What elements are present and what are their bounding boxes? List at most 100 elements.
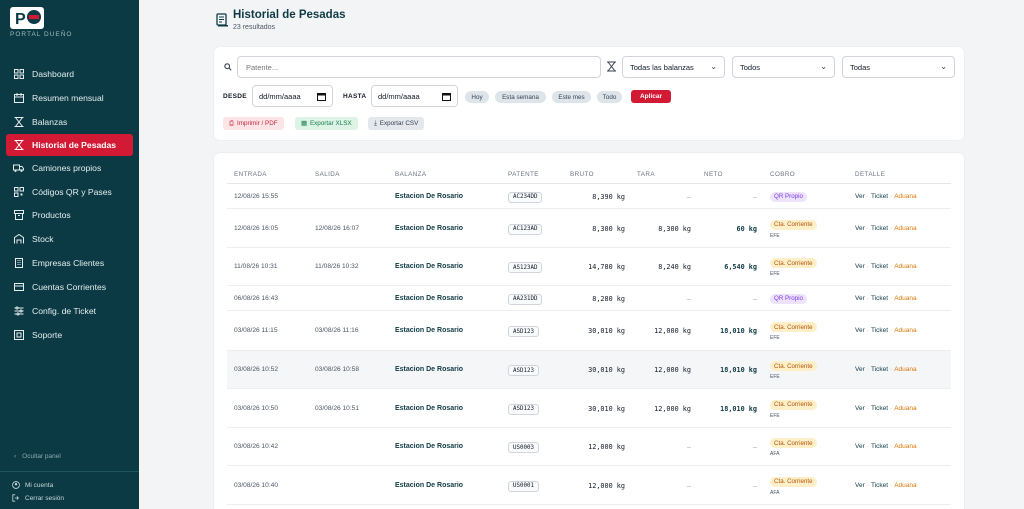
aduana-link[interactable]: Aduana	[894, 482, 916, 489]
ticket-link[interactable]: Ticket	[871, 225, 888, 232]
bruto-cell: 8,280 kg	[592, 294, 625, 303]
view-link[interactable]: Ver	[855, 295, 865, 302]
neto-cell: 18,010 kg	[720, 366, 757, 374]
sidebar-item-camiones-propios[interactable]: Camiones propios	[0, 156, 139, 180]
balanza-link[interactable]: Estacion De Rosario	[395, 327, 463, 334]
salida-cell: 03/08/26 10:58	[315, 366, 359, 373]
filter-card: Todas las balanzas ⌄ Todos ⌄ Todas ⌄ DES…	[214, 47, 964, 140]
ticket-link[interactable]: Ticket	[871, 295, 888, 302]
ticket-link[interactable]: Ticket	[871, 443, 888, 450]
results-count: 23 resultados	[233, 24, 276, 31]
cobro-badge: Cta. Corriente	[770, 438, 817, 448]
sidebar-item-resumen-mensual[interactable]: Resumen mensual	[0, 86, 139, 110]
ticket-link[interactable]: Ticket	[871, 327, 888, 334]
export-xlsx-button[interactable]: ▦ Exportar XLSX	[295, 117, 358, 130]
status-select[interactable]: Todos ⌄	[732, 56, 835, 78]
desde-date-input[interactable]: dd/mm/aaaa	[252, 85, 333, 107]
sidebar-item-historial-de-pesadas[interactable]: Historial de Pesadas	[6, 133, 133, 156]
chip-esta-semana[interactable]: Esta semana	[495, 91, 546, 103]
cobro-method: AFA	[770, 489, 780, 496]
balanza-link[interactable]: Estacion De Rosario	[395, 193, 463, 200]
hasta-label: HASTA	[343, 93, 367, 100]
balanza-link[interactable]: Estacion De Rosario	[395, 443, 463, 450]
aduana-link[interactable]: Aduana	[894, 366, 916, 373]
ticket-link[interactable]: Ticket	[871, 482, 888, 489]
chevron-down-icon: ⌄	[940, 62, 947, 71]
patente-badge: AA231DD	[508, 293, 543, 305]
sidebar-item-balanzas[interactable]: Balanzas	[0, 110, 139, 134]
view-link[interactable]: Ver	[855, 443, 865, 450]
ticket-link[interactable]: Ticket	[871, 366, 888, 373]
sidebar-item-codigos-qr-y-pases[interactable]: Códigos QR y Pases	[0, 180, 139, 204]
salida-cell: 12/08/26 16:07	[315, 224, 359, 232]
entrada-cell: 06/08/26 16:43	[234, 294, 278, 302]
separator: ·	[890, 443, 893, 450]
sidebar-divider	[0, 471, 139, 472]
aduana-link[interactable]: Aduana	[894, 193, 916, 200]
aduana-link[interactable]: Aduana	[894, 443, 916, 450]
balanza-link[interactable]: Estacion De Rosario	[395, 263, 463, 270]
ticket-link[interactable]: Ticket	[871, 193, 888, 200]
chip-todo[interactable]: Todo	[597, 91, 622, 103]
balanza-link[interactable]: Estacion De Rosario	[395, 225, 463, 232]
bruto-cell: 8,300 kg	[592, 224, 625, 233]
aduana-link[interactable]: Aduana	[894, 295, 916, 302]
neto-cell: —	[752, 294, 757, 303]
ticket-link[interactable]: Ticket	[871, 263, 888, 270]
bruto-cell: 14,780 kg	[588, 263, 625, 271]
chip-hoy[interactable]: Hoy	[465, 91, 489, 103]
sidebar-item-config-de-ticket[interactable]: Config. de Ticket	[0, 299, 139, 323]
sidebar-item-soporte[interactable]: Soporte	[0, 323, 139, 347]
balanza-link[interactable]: Estacion De Rosario	[395, 482, 463, 489]
print-pdf-button[interactable]: ⎙ Imprimir / PDF	[223, 117, 284, 130]
detail-links: Ver · Ticket · Aduana	[855, 295, 917, 302]
hide-panel-label: Ocultar panel	[22, 453, 61, 460]
separator: ·	[890, 263, 893, 270]
search-input[interactable]	[237, 56, 601, 78]
table-row: 06/08/26 16:43 Estacion De Rosario AA231DD…	[227, 286, 951, 311]
balanza-link[interactable]: Estacion De Rosario	[395, 295, 463, 302]
tara-cell: —	[686, 481, 691, 490]
hide-panel-button[interactable]: ‹ Ocultar panel	[14, 453, 61, 460]
tara-cell: —	[686, 294, 691, 303]
separator: ·	[890, 366, 893, 373]
sidebar-item-empresas-clientes[interactable]: Empresas Clientes	[0, 251, 139, 275]
entrada-cell: 12/08/26 15:55	[234, 192, 278, 200]
truck-icon	[13, 162, 24, 173]
aduana-link[interactable]: Aduana	[894, 225, 916, 232]
hasta-date-value: dd/mm/aaaa	[378, 91, 420, 101]
balanza-link[interactable]: Estacion De Rosario	[395, 366, 463, 373]
entrada-cell: 03/08/26 10:42	[234, 443, 278, 450]
aduana-link[interactable]: Aduana	[894, 263, 916, 270]
sidebar-item-dashboard[interactable]: Dashboard	[0, 62, 139, 86]
hasta-date-input[interactable]: dd/mm/aaaa	[371, 85, 458, 107]
balanza-select[interactable]: Todas las balanzas ⌄	[622, 56, 725, 78]
page-title: Historial de Pesadas	[233, 9, 346, 21]
cobro-method: EFE	[770, 374, 780, 380]
sidebar-item-cuentas-corrientes[interactable]: Cuentas Corrientes	[0, 275, 139, 299]
view-link[interactable]: Ver	[855, 193, 865, 200]
aduana-link[interactable]: Aduana	[894, 327, 916, 334]
view-link[interactable]: Ver	[855, 327, 865, 334]
logout-link[interactable]: Cerrar sesión	[12, 494, 64, 502]
balanza-link[interactable]: Estacion De Rosario	[395, 405, 463, 412]
cobro-select[interactable]: Todas ⌄	[842, 56, 955, 78]
separator: ·	[866, 263, 869, 270]
separator: ·	[866, 443, 869, 450]
view-link[interactable]: Ver	[855, 225, 865, 232]
view-link[interactable]: Ver	[855, 263, 865, 270]
my-account-link[interactable]: Mi cuenta	[12, 481, 53, 489]
sidebar-item-productos[interactable]: Productos	[0, 203, 139, 227]
view-link[interactable]: Ver	[855, 405, 865, 412]
history-icon	[216, 13, 228, 27]
ticket-link[interactable]: Ticket	[871, 405, 888, 412]
chip-este-mes[interactable]: Este mes	[552, 91, 591, 103]
desde-date-value: dd/mm/aaaa	[259, 91, 301, 101]
view-link[interactable]: Ver	[855, 482, 865, 489]
export-csv-button[interactable]: ⤓ Exportar CSV	[368, 117, 425, 130]
aduana-link[interactable]: Aduana	[894, 405, 916, 412]
view-link[interactable]: Ver	[855, 366, 865, 373]
bruto-cell: 30,010 kg	[588, 327, 625, 335]
apply-button[interactable]: Aplicar	[631, 90, 671, 103]
sidebar-item-stock[interactable]: Stock	[0, 227, 139, 251]
